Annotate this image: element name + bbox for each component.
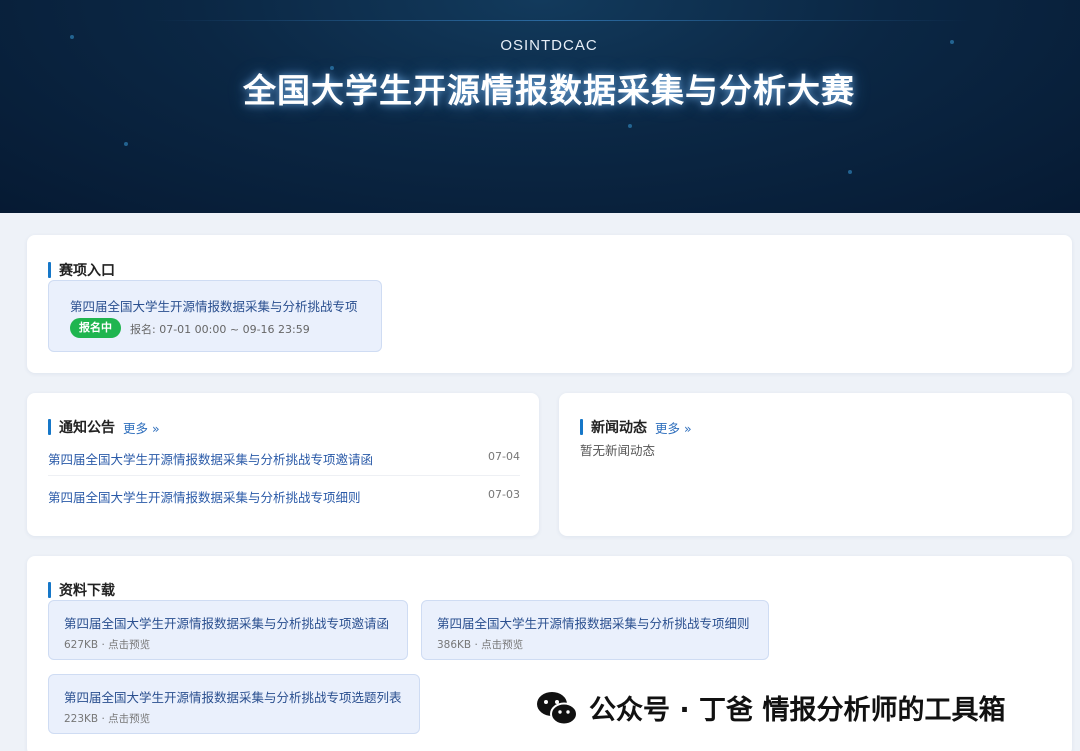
file-meta: 627KB · 点击预览 — [64, 639, 151, 651]
news-more-link[interactable]: 更多 » — [655, 418, 692, 437]
download-file-card[interactable]: 第四届全国大学生开源情报数据采集与分析挑战专项选题列表 223KB · 点击预览 — [48, 674, 420, 734]
banner-subtitle: OSINTDCAC — [500, 37, 598, 54]
file-name[interactable]: 第四届全国大学生开源情报数据采集与分析挑战专项选题列表 — [64, 687, 402, 706]
banner-title: 全国大学生开源情报数据采集与分析大赛 — [243, 71, 855, 110]
news-title: 新闻动态 — [591, 420, 647, 436]
wechat-icon — [537, 691, 578, 725]
section-accent-bar — [48, 262, 51, 278]
news-card: 新闻动态 更多 » 暂无新闻动态 — [559, 393, 1072, 536]
notice-divider — [48, 475, 520, 476]
section-accent-bar — [48, 582, 51, 598]
section-accent-bar — [48, 419, 51, 435]
watermark-text: 公众号 · 丁爸 情报分析师的工具箱 — [589, 695, 1006, 726]
banner-divider-line — [150, 20, 970, 21]
section-title: 赛项入口 — [48, 260, 115, 280]
registration-date: 报名: 07-01 00:00 ~ 09-16 23:59 — [130, 323, 310, 336]
competition-entry-card[interactable]: 第四届全国大学生开源情报数据采集与分析挑战专项 报名中 报名: 07-01 00… — [48, 280, 382, 352]
entry-section-title: 赛项入口 — [59, 263, 115, 279]
notice-title[interactable]: 第四届全国大学生开源情报数据采集与分析挑战专项邀请函 — [48, 449, 373, 468]
file-name[interactable]: 第四届全国大学生开源情报数据采集与分析挑战专项邀请函 — [64, 613, 389, 632]
header-banner: OSINTDCAC 全国大学生开源情报数据采集与分析大赛 — [0, 0, 1080, 213]
entry-section-card: 赛项入口 第四届全国大学生开源情报数据采集与分析挑战专项 报名中 报名: 07-… — [27, 235, 1072, 373]
notice-date: 07-04 — [488, 450, 520, 463]
download-file-card[interactable]: 第四届全国大学生开源情报数据采集与分析挑战专项细则 386KB · 点击预览 — [421, 600, 769, 660]
notices-more-link[interactable]: 更多 » — [123, 418, 160, 437]
downloads-title: 资料下载 — [59, 583, 115, 599]
notice-item[interactable]: 第四届全国大学生开源情报数据采集与分析挑战专项邀请函 07-04 — [48, 449, 520, 469]
section-title: 通知公告 更多 » — [48, 417, 160, 437]
status-badge: 报名中 — [70, 318, 121, 338]
notices-card: 通知公告 更多 » 第四届全国大学生开源情报数据采集与分析挑战专项邀请函 07-… — [27, 393, 539, 536]
section-title: 新闻动态 更多 » — [580, 417, 692, 437]
banner-star-dot — [124, 142, 128, 146]
banner-star-dot — [628, 124, 632, 128]
section-accent-bar — [580, 419, 583, 435]
download-file-card[interactable]: 第四届全国大学生开源情报数据采集与分析挑战专项邀请函 627KB · 点击预览 — [48, 600, 408, 660]
banner-star-dot — [848, 170, 852, 174]
file-meta: 223KB · 点击预览 — [64, 713, 151, 725]
competition-name[interactable]: 第四届全国大学生开源情报数据采集与分析挑战专项 — [70, 296, 358, 315]
section-title: 资料下载 — [48, 580, 115, 600]
notices-title: 通知公告 — [59, 420, 115, 436]
file-name[interactable]: 第四届全国大学生开源情报数据采集与分析挑战专项细则 — [437, 613, 750, 632]
wechat-watermark: 公众号 · 丁爸 情报分析师的工具箱 — [535, 688, 1005, 727]
notice-date: 07-03 — [488, 488, 520, 501]
news-empty-message: 暂无新闻动态 — [580, 443, 656, 458]
notice-item[interactable]: 第四届全国大学生开源情报数据采集与分析挑战专项细则 07-03 — [48, 487, 520, 507]
file-meta: 386KB · 点击预览 — [437, 639, 524, 651]
notice-title[interactable]: 第四届全国大学生开源情报数据采集与分析挑战专项细则 — [48, 487, 361, 506]
